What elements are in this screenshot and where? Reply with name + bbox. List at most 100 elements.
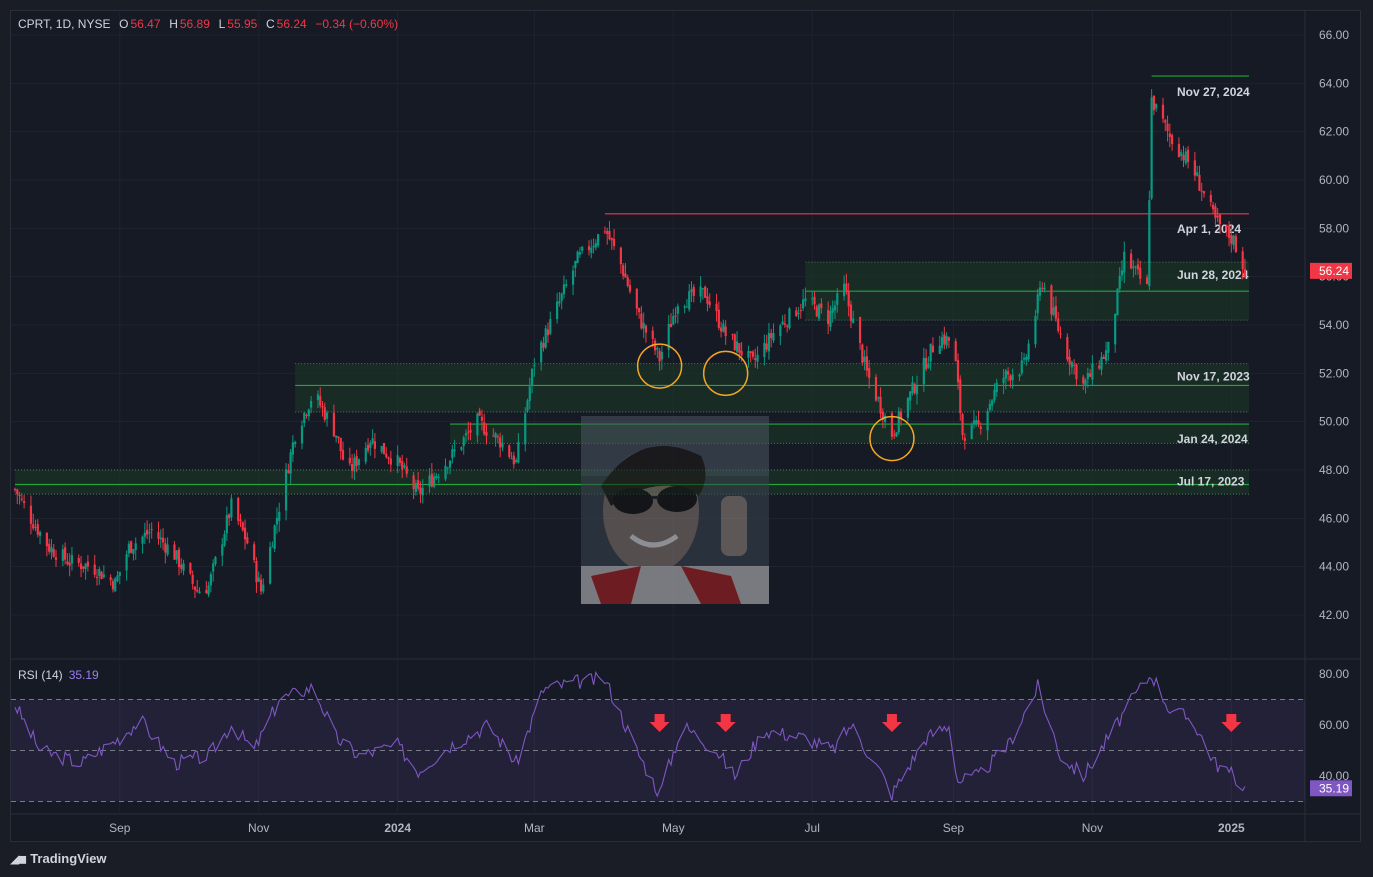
candle-body: [246, 537, 249, 544]
candle-body: [93, 564, 96, 575]
x-tick-label: Nov: [1082, 821, 1103, 835]
candle-body: [606, 230, 609, 234]
symbol-label[interactable]: CPRT, 1D, NYSE: [18, 17, 110, 31]
candle-body: [1136, 264, 1140, 270]
candle-body: [371, 438, 374, 444]
candle-body: [182, 563, 185, 571]
candle-body: [954, 341, 957, 362]
y-tick-label: 64.00: [1319, 76, 1349, 90]
candle-body: [61, 549, 64, 561]
candle-body: [783, 323, 786, 325]
candle-body: [79, 563, 83, 570]
candle-body: [1150, 97, 1153, 199]
candle-body: [829, 310, 832, 327]
x-tick-label: 2025: [1218, 821, 1245, 835]
candle-body: [738, 343, 741, 353]
candle-body: [1104, 350, 1108, 361]
tradingview-brand[interactable]: ◢◼ TradingView: [10, 851, 107, 866]
candle-body: [321, 405, 324, 408]
candle-body: [255, 560, 258, 583]
rsi-name[interactable]: RSI (14): [18, 668, 63, 682]
candle-body: [191, 574, 194, 584]
candle-body: [448, 460, 452, 468]
candle-body: [496, 436, 499, 438]
candle-body: [127, 543, 130, 554]
candle-body: [1243, 268, 1247, 278]
candle-body: [476, 413, 479, 436]
candle-body: [945, 335, 948, 346]
candle-body: [845, 283, 848, 293]
candle-body: [638, 308, 641, 313]
candle-body: [54, 557, 58, 560]
candle-body: [355, 455, 358, 466]
candle-body: [925, 357, 928, 370]
candle-body: [1139, 267, 1142, 279]
candle-body: [972, 420, 976, 425]
candle-body: [419, 487, 422, 495]
candle-body: [269, 547, 272, 584]
candle-body: [802, 299, 805, 309]
candle-body: [515, 460, 518, 462]
candle-body: [1082, 376, 1085, 384]
candle-body: [1152, 95, 1155, 111]
candle-body: [542, 343, 545, 348]
candle-body: [84, 563, 87, 570]
candle-body: [451, 449, 454, 459]
candle-body: [1130, 253, 1133, 269]
candle-body: [1230, 235, 1233, 244]
candle-body: [1084, 379, 1087, 386]
candle-body: [831, 308, 834, 313]
candle-body: [143, 532, 146, 537]
candle-body: [558, 301, 561, 304]
candle-body: [690, 289, 693, 293]
candle-body: [1100, 356, 1103, 370]
candle-body: [1107, 341, 1110, 353]
candle-body: [198, 591, 201, 594]
candle-body: [316, 394, 320, 400]
candle-body: [239, 519, 242, 522]
y-tick-label: 52.00: [1319, 366, 1349, 380]
candle-body: [578, 252, 581, 255]
candle-body: [526, 400, 529, 411]
candle-body: [722, 323, 725, 332]
candle-body: [52, 548, 55, 557]
candle-body: [1227, 225, 1231, 238]
candle-body: [275, 517, 279, 525]
candle-body: [786, 325, 789, 327]
candle-body: [751, 351, 755, 357]
candle-body: [947, 337, 950, 341]
low-value: 55.95: [227, 17, 258, 31]
candle-body: [858, 317, 862, 343]
candle-body: [688, 291, 691, 310]
x-tick-label: 2024: [384, 821, 411, 835]
candle-body: [1171, 135, 1174, 145]
candle-body: [683, 306, 686, 308]
candle-body: [817, 304, 821, 319]
candle-body: [911, 382, 914, 394]
level-label: Jul 17, 2023: [1177, 475, 1245, 489]
candle-body: [508, 445, 511, 457]
candle-body: [913, 384, 916, 393]
brand-name: TradingView: [30, 851, 107, 866]
candle-body: [733, 334, 736, 351]
candle-body: [909, 391, 912, 401]
candle-body: [483, 422, 486, 435]
candle-body: [337, 436, 340, 439]
level-label: Jun 28, 2024: [1177, 268, 1249, 282]
candle-body: [95, 576, 99, 579]
candle-body: [804, 298, 807, 302]
candle-body: [175, 550, 178, 560]
candle-body: [1066, 336, 1069, 360]
candle-body: [861, 344, 864, 363]
candle-body: [740, 350, 743, 356]
candle-body: [895, 432, 898, 437]
candle-body: [735, 341, 739, 352]
candle-body: [1132, 266, 1135, 269]
candle-body: [560, 293, 563, 301]
y-tick-label: 66.00: [1319, 28, 1349, 42]
candle-body: [865, 356, 868, 371]
candle-body: [715, 303, 718, 312]
ohlc-legend: CPRT, 1D, NYSE O 56.47 H 56.89 L 55.95 C 56.…: [18, 17, 400, 31]
change-value: −0.34 (−0.60%): [315, 17, 399, 31]
candle-body: [214, 556, 217, 565]
